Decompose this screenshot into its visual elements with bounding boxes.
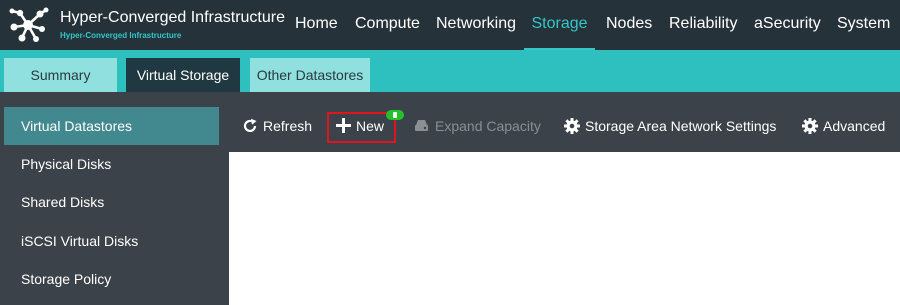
tab-virtual-storage[interactable]: Virtual Storage — [126, 58, 240, 92]
sidebar: Virtual Datastores Physical Disks Shared… — [0, 106, 229, 305]
sidebar-item-iscsi-virtual-disks[interactable]: iSCSI Virtual Disks — [4, 222, 219, 260]
app-title: Hyper-Converged Infrastructure — [60, 9, 285, 26]
nav-reliability[interactable]: Reliability — [669, 0, 737, 50]
nav-system[interactable]: System — [837, 0, 890, 50]
datastore-list-area — [229, 152, 900, 305]
panel-header-strip — [0, 92, 900, 106]
refresh-button[interactable]: Refresh — [242, 106, 312, 152]
nav-networking[interactable]: Networking — [436, 0, 516, 50]
gear-icon — [802, 117, 818, 134]
nav-compute[interactable]: Compute — [355, 0, 420, 50]
new-badge-icon — [386, 110, 404, 120]
refresh-icon — [243, 118, 257, 132]
advanced-button[interactable]: Advanced — [802, 106, 885, 152]
sidebar-item-virtual-datastores[interactable]: Virtual Datastores — [4, 107, 219, 145]
tab-strip: Summary Virtual Storage Other Datastores — [0, 50, 900, 92]
expand-capacity-label: Expand Capacity — [435, 118, 541, 134]
sidebar-item-physical-disks[interactable]: Physical Disks — [4, 145, 219, 183]
nav-asecurity[interactable]: aSecurity — [754, 0, 821, 50]
storage-area-network-settings-button[interactable]: Storage Area Network Settings — [564, 106, 776, 152]
app-subtitle: Hyper-Converged Infrastructure — [60, 31, 182, 40]
gear-icon — [564, 117, 580, 134]
storage-area-network-settings-label: Storage Area Network Settings — [585, 118, 777, 134]
tab-summary[interactable]: Summary — [4, 58, 117, 92]
network-nodes-logo-icon — [9, 7, 49, 42]
expand-capacity-button[interactable]: Expand Capacity — [413, 106, 541, 152]
sidebar-item-storage-policy[interactable]: Storage Policy — [4, 260, 219, 298]
refresh-label: Refresh — [263, 118, 313, 134]
database-expand-icon — [415, 120, 428, 132]
nav-nodes[interactable]: Nodes — [606, 0, 652, 50]
top-navigation-bar: Hyper-Converged Infrastructure Hyper-Con… — [0, 0, 900, 50]
nav-storage[interactable]: Storage — [524, 0, 595, 50]
advanced-label: Advanced — [823, 118, 886, 134]
sidebar-item-shared-disks[interactable]: Shared Disks — [4, 183, 219, 221]
nav-home[interactable]: Home — [295, 0, 338, 50]
tab-other-datastores[interactable]: Other Datastores — [250, 58, 370, 92]
